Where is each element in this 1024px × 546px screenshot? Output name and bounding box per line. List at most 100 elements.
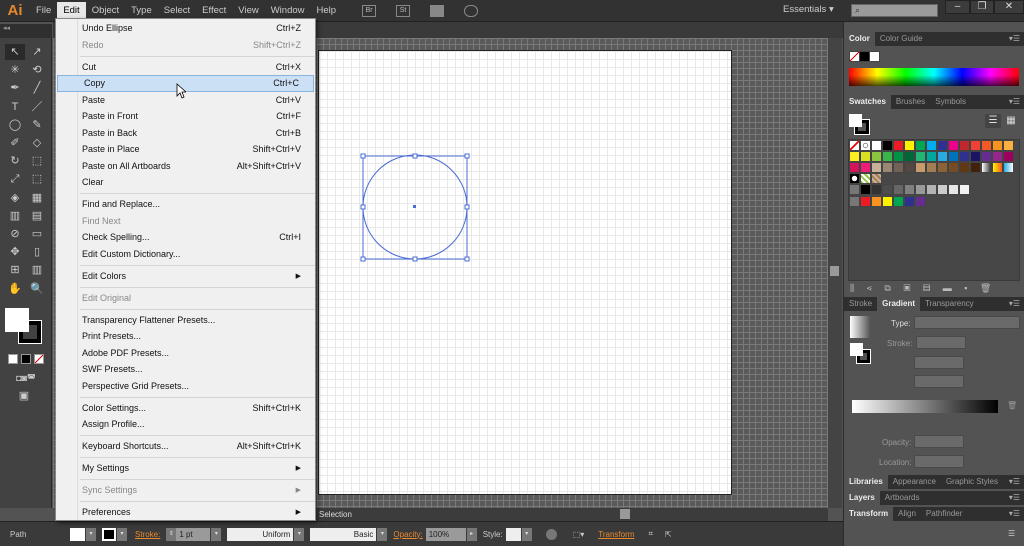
fill-dropdown[interactable]: ▾ <box>86 527 96 541</box>
tab-color[interactable]: Color <box>844 32 875 46</box>
gradient-angle-input[interactable] <box>914 356 964 369</box>
swatch[interactable] <box>959 184 970 195</box>
opacity-label[interactable]: Opacity: <box>393 530 422 539</box>
swatch[interactable] <box>871 184 882 195</box>
swatch[interactable] <box>904 196 915 207</box>
swatch[interactable] <box>992 151 1003 162</box>
ellipse-selection[interactable] <box>355 150 475 265</box>
swatch[interactable] <box>937 151 948 162</box>
stroke-label[interactable]: Stroke: <box>135 530 160 539</box>
tab-pathfinder[interactable]: Pathfinder <box>921 507 967 521</box>
gradient-type-dropdown[interactable] <box>914 316 1020 329</box>
color-mode-0-icon[interactable] <box>8 354 18 364</box>
swatch[interactable] <box>937 162 948 173</box>
free-transform-tool-icon[interactable]: ⬚ <box>27 171 47 187</box>
restore-button[interactable]: ❐ <box>970 0 994 14</box>
swatch[interactable] <box>926 162 937 173</box>
gradient-location-input[interactable] <box>914 455 964 468</box>
paintbrush-tool-icon[interactable]: ✎ <box>27 117 47 133</box>
menu-item-paste-on-all-artboards[interactable]: Paste on All Artboards Alt+Shift+Ctrl+V <box>56 158 315 175</box>
vertical-scrollbar[interactable] <box>828 38 842 508</box>
swatch[interactable] <box>959 151 970 162</box>
tab-align[interactable]: Align <box>893 507 921 521</box>
gradient-tool-icon[interactable]: ▤ <box>27 208 47 224</box>
stroke-gradient-buttons[interactable] <box>916 336 966 349</box>
transform-link[interactable]: Transform <box>598 530 634 539</box>
eyedropper-tool-icon[interactable]: ⊘ <box>5 226 25 242</box>
menu-help[interactable]: Help <box>311 2 343 20</box>
swatch[interactable] <box>871 162 882 173</box>
menu-item-check-spelling[interactable]: Check Spelling... Ctrl+I <box>56 229 315 246</box>
swatch[interactable] <box>893 196 904 207</box>
swatch[interactable] <box>849 151 860 162</box>
swatch[interactable] <box>915 140 926 151</box>
swatch[interactable] <box>904 151 915 162</box>
menu-item-clear[interactable]: Clear <box>56 174 315 191</box>
menu-item-paste-in-front[interactable]: Paste in Front Ctrl+F <box>56 108 315 125</box>
gradient-slider[interactable] <box>852 400 998 413</box>
panel-menu-icon[interactable]: ▾☰ <box>1004 507 1024 521</box>
menu-object[interactable]: Object <box>86 2 125 20</box>
swatch[interactable] <box>882 196 893 207</box>
fill-swatch[interactable] <box>70 527 85 541</box>
menu-item-paste-in-back[interactable]: Paste in Back Ctrl+B <box>56 125 315 142</box>
zoom-tool-icon[interactable]: 🔍 <box>27 281 47 297</box>
draw-mode-icons[interactable]: ◘◙◚ <box>6 370 46 386</box>
color-spectrum[interactable] <box>849 68 1019 86</box>
swatch[interactable] <box>860 184 871 195</box>
type-tool-icon[interactable]: T <box>5 99 25 115</box>
swatch[interactable] <box>959 140 970 151</box>
list-view-button[interactable]: ☰ <box>985 114 1001 128</box>
panel-menu-icon[interactable]: ▾☰ <box>1004 95 1024 109</box>
swatch[interactable] <box>860 140 871 151</box>
menu-item-my-settings[interactable]: My Settings ▶ <box>56 460 315 477</box>
horizontal-scroll-thumb[interactable] <box>620 509 630 519</box>
swatch[interactable] <box>1003 162 1014 173</box>
bridge-icon[interactable]: Br <box>362 4 377 17</box>
menu-item-adobe-pdf-presets[interactable]: Adobe PDF Presets... <box>56 345 315 362</box>
magic-wand-tool-icon[interactable]: ✳ <box>5 62 25 78</box>
eraser-tool-icon[interactable]: ◇ <box>27 135 47 151</box>
scale-tool-icon[interactable]: ⬚ <box>27 153 47 169</box>
color-mode-1-icon[interactable] <box>21 354 31 364</box>
swatch[interactable] <box>849 162 860 173</box>
swatch[interactable] <box>937 140 948 151</box>
mesh-tool-icon[interactable]: ▥ <box>5 208 25 224</box>
swatch[interactable] <box>860 173 871 184</box>
stroke-swatch[interactable] <box>102 527 116 541</box>
direct-selection-tool-icon[interactable]: ↗ <box>27 44 47 60</box>
line-tool-icon[interactable]: ／ <box>27 99 47 115</box>
menu-effect[interactable]: Effect <box>196 2 232 20</box>
swatch[interactable] <box>970 140 981 151</box>
swatch[interactable] <box>981 140 992 151</box>
toolbar-header[interactable]: ◂◂ <box>0 24 52 38</box>
tab-stroke[interactable]: Stroke <box>844 297 877 311</box>
tab-graphic-styles[interactable]: Graphic Styles <box>941 475 1003 489</box>
menu-item-assign-profile[interactable]: Assign Profile... <box>56 416 315 433</box>
column-graph-tool-icon[interactable]: ▯ <box>27 244 47 260</box>
control-menu-icon[interactable]: ⇱ <box>665 530 672 539</box>
panel-menu-icon[interactable]: ▾☰ <box>1004 491 1024 505</box>
swatch[interactable] <box>849 140 860 151</box>
stroke-weight-stepper[interactable]: ⇕ <box>166 527 177 541</box>
tab-swatches[interactable]: Swatches <box>844 95 891 109</box>
tab-artboards[interactable]: Artboards <box>880 491 925 505</box>
style-swatch[interactable] <box>505 527 521 541</box>
swatch[interactable] <box>992 162 1003 173</box>
swatch[interactable] <box>882 140 893 151</box>
swatch[interactable] <box>926 184 937 195</box>
menu-item-redo[interactable]: Redo Shift+Ctrl+Z <box>56 37 315 54</box>
rotate-tool-icon[interactable]: ↻ <box>5 153 25 169</box>
stroke-weight-dropdown[interactable]: ▾ <box>211 527 222 541</box>
swatch[interactable] <box>970 151 981 162</box>
stock-icon[interactable]: St <box>396 4 411 17</box>
menu-item-print-presets[interactable]: Print Presets... <box>56 328 315 345</box>
gpu-performance-icon[interactable] <box>464 4 479 17</box>
opacity-input[interactable]: 100% <box>425 527 466 541</box>
menu-edit[interactable]: Edit <box>57 1 86 20</box>
panel-menu-icon[interactable]: ▾☰ <box>1004 32 1024 46</box>
aspect-ratio-input[interactable] <box>914 375 964 388</box>
color-mode-2-icon[interactable] <box>34 354 44 364</box>
swatch[interactable] <box>981 151 992 162</box>
style-dropdown[interactable]: ▾ <box>521 527 532 541</box>
